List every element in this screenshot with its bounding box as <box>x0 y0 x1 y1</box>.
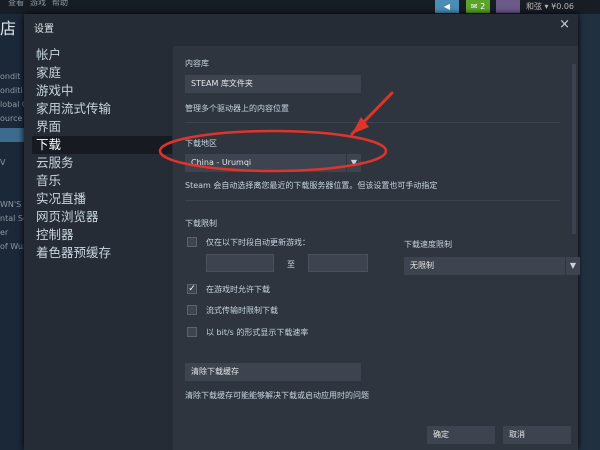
bg-side-item: ntal Se <box>0 214 24 223</box>
bg-side-item: ource <box>0 114 23 123</box>
clear-download-cache-button[interactable]: 清除下载缓存 <box>185 363 361 381</box>
cancel-button[interactable]: 取消 <box>503 426 571 444</box>
nav-item-interface[interactable]: 界面 <box>32 118 172 136</box>
only-update-checkbox[interactable] <box>187 237 197 247</box>
chevron-down-icon: ▼ <box>565 257 580 275</box>
show-bits-label: 以 bit/s 的形式显示下载速率 <box>206 328 309 337</box>
bg-side-item: lobal C <box>0 100 24 109</box>
notification-count: 2 <box>480 2 486 11</box>
to-label: 至 <box>287 260 295 269</box>
divider <box>185 200 560 201</box>
bg-side-item-selected <box>0 128 24 142</box>
nav-item-downloads[interactable]: 下载 <box>32 136 172 154</box>
nav-item-web-browser[interactable]: 网页浏览器 <box>32 208 172 226</box>
dialog-title: 设置 <box>34 24 54 35</box>
allow-during-play-label: 在游戏时允许下载 <box>206 285 270 294</box>
chevron-down-icon: ▼ <box>346 154 361 172</box>
throttle-streaming-checkbox[interactable] <box>187 305 197 315</box>
throttle-streaming-label: 流式传输时限制下载 <box>206 306 278 315</box>
download-region-heading: 下载地区 <box>185 139 217 148</box>
start-time-field[interactable] <box>206 254 274 272</box>
bg-side-item: ondit <box>0 72 21 81</box>
settings-nav: 帐户 家庭 游戏中 家用流式传输 界面 下载 云服务 音乐 实况直播 网页浏览器… <box>32 46 172 450</box>
menu-help[interactable]: 帮助 <box>52 0 68 8</box>
account-balance[interactable]: 和弦 ▾ ¥0.06 <box>526 0 574 13</box>
nav-item-account[interactable]: 帐户 <box>32 46 172 64</box>
speed-limit-value: 无限制 <box>410 261 434 270</box>
download-restrictions-heading: 下载限制 <box>185 219 217 228</box>
nav-item-music[interactable]: 音乐 <box>32 172 172 190</box>
announcement-icon[interactable]: ◀ <box>435 0 459 13</box>
background-sidebar: ondit onditi lobal C ource V WN'S ntal S… <box>0 70 24 254</box>
ok-button[interactable]: 确定 <box>427 426 495 444</box>
end-time-field[interactable] <box>308 254 368 272</box>
download-region-desc: Steam 会自动选择离您最近的下载服务器位置。但该设置也可手动指定 <box>185 181 438 190</box>
bg-side-item: of Wux <box>0 242 24 251</box>
steam-top-bar: 查看 游戏 帮助 ◀ ✉ 2 和弦 ▾ ¥0.06 <box>0 0 600 14</box>
content-library-heading: 内容库 <box>185 59 209 68</box>
menu-games[interactable]: 游戏 <box>30 0 46 8</box>
nav-item-family[interactable]: 家庭 <box>32 64 172 82</box>
nav-item-controller[interactable]: 控制器 <box>32 226 172 244</box>
avatar[interactable] <box>496 0 520 13</box>
store-title-fragment: 店 <box>0 14 22 44</box>
only-update-label: 仅在以下时段自动更新游戏： <box>206 238 310 247</box>
bg-side-item: onditi <box>0 86 23 95</box>
close-icon[interactable]: × <box>559 17 570 32</box>
nav-item-broadcasting[interactable]: 实况直播 <box>32 190 172 208</box>
download-region-select[interactable]: China - Urumqi ▼ <box>185 154 361 172</box>
steam-library-folders-button[interactable]: STEAM 库文件夹 <box>185 75 361 93</box>
allow-during-play-checkbox[interactable]: ✓ <box>187 284 197 294</box>
steam-menu: 查看 游戏 帮助 <box>8 0 68 8</box>
settings-dialog: 设置 × 帐户 家庭 游戏中 家用流式传输 界面 下载 云服务 音乐 实况直播 … <box>24 14 580 450</box>
bg-side-item: er <box>0 228 9 237</box>
nav-item-in-game[interactable]: 游戏中 <box>32 82 172 100</box>
menu-view[interactable]: 查看 <box>8 0 24 8</box>
nav-item-remote-play[interactable]: 家用流式传输 <box>32 100 172 118</box>
bg-side-item: WN'S <box>0 200 22 209</box>
nav-item-cloud[interactable]: 云服务 <box>32 154 172 172</box>
clear-cache-desc: 清除下载缓存可能能够解决下载或启动应用时的问题 <box>185 391 369 400</box>
divider <box>185 122 560 123</box>
download-region-value: China - Urumqi <box>191 158 252 167</box>
content-library-desc: 管理多个驱动器上的内容位置 <box>185 104 289 113</box>
downloads-panel: 内容库 STEAM 库文件夹 管理多个驱动器上的内容位置 下载地区 China … <box>173 46 580 450</box>
speed-limit-label: 下载速度限制 <box>404 240 452 249</box>
background-right-panel <box>578 14 600 450</box>
show-bits-checkbox[interactable] <box>187 327 197 337</box>
speed-limit-select[interactable]: 无限制 ▼ <box>404 257 580 275</box>
nav-item-shader-cache[interactable]: 着色器预缓存 <box>32 244 172 262</box>
bg-side-item: V <box>0 158 6 167</box>
notification-button[interactable]: ✉ 2 <box>466 0 490 13</box>
scrollbar[interactable] <box>572 64 576 234</box>
